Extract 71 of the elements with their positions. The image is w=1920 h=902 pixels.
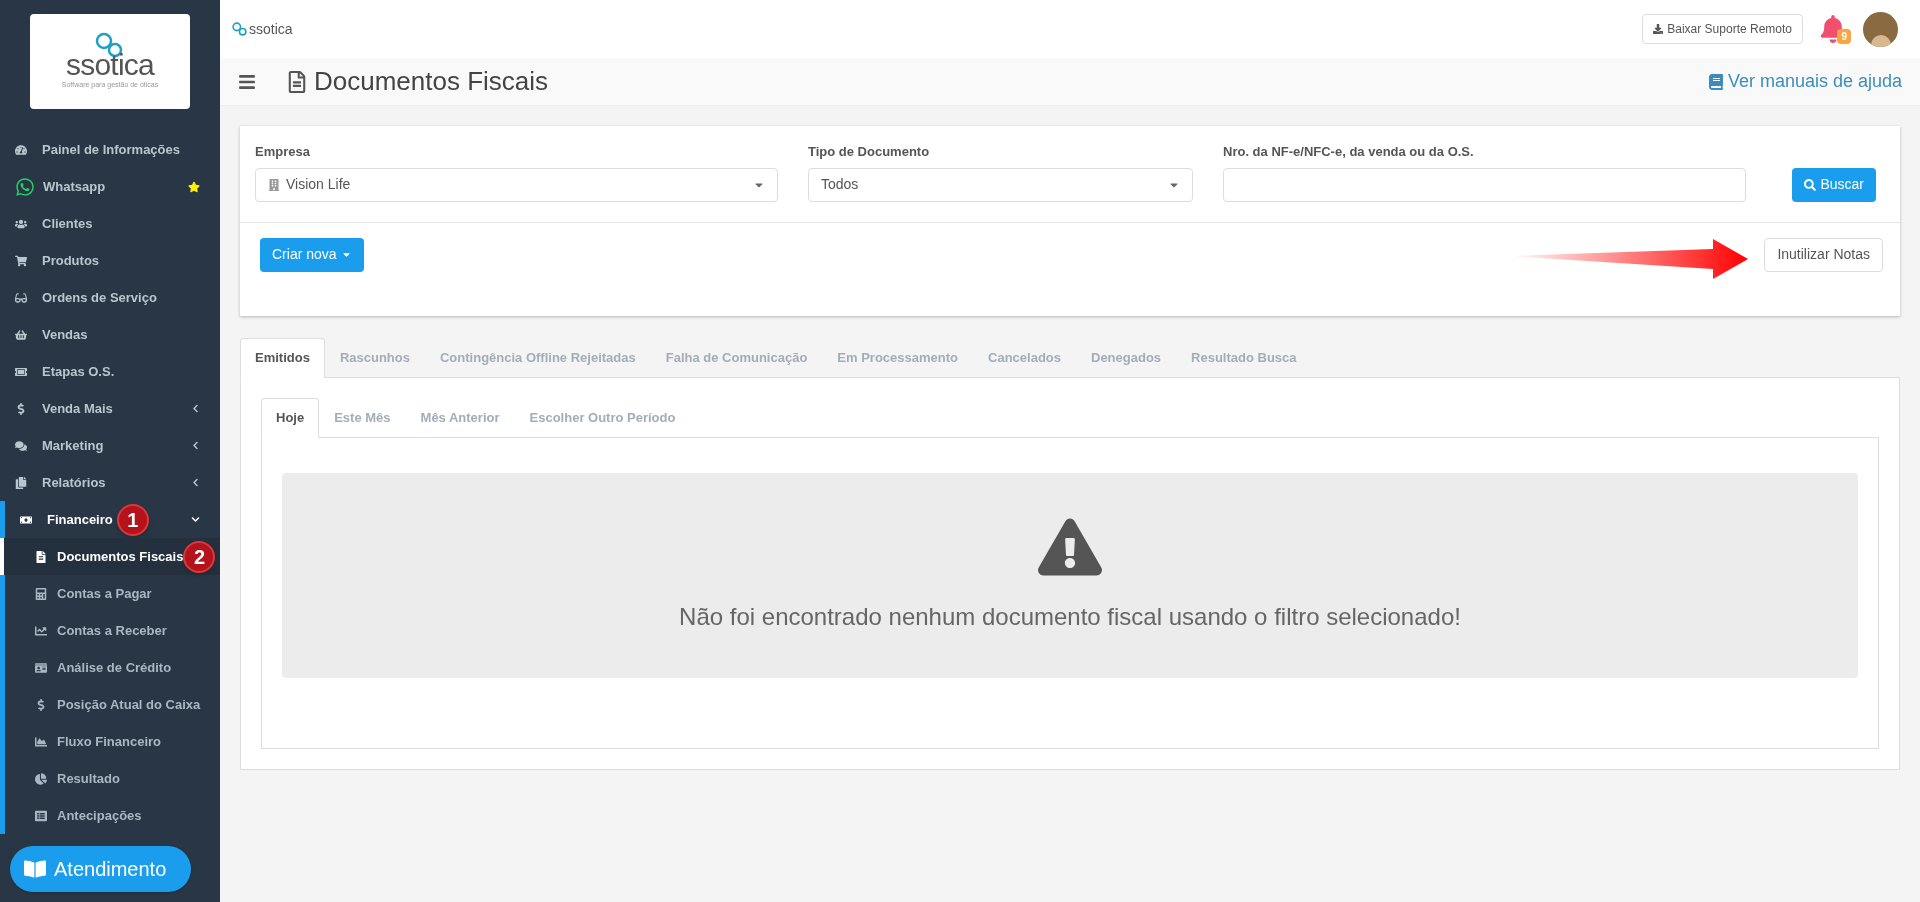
chat-icon [15,439,27,452]
book-icon [24,858,46,880]
chevron-left-icon [191,441,200,450]
money-icon [20,513,32,526]
step-marker: 2 [183,540,216,573]
step-marker: 1 [116,503,149,536]
sidebar-item[interactable]: Ordens de Serviço [0,279,220,316]
sidebar-item[interactable]: Marketing [0,427,220,464]
logo-text: ssotica [65,50,155,81]
field-label: Nro. da NF-e/NFC-e, da venda ou da O.S. [1223,143,1475,161]
building-icon [268,178,280,191]
sidebar-subitem[interactable]: Análise de Crédito [5,649,220,686]
sidebar-item[interactable]: Financeiro 1 [5,501,220,538]
glasses-icon [15,291,27,304]
sidebar-item[interactable]: Clientes [0,205,220,242]
logo-text: ssotica [249,22,293,36]
help-link[interactable]: Ver manuais de ajuda [1707,68,1902,95]
chevron-left-icon [191,404,200,413]
sidebar-item[interactable]: Produtos [0,242,220,279]
tab[interactable]: Hoje [261,397,320,438]
sidebar-item[interactable]: Relatórios [0,464,220,501]
ticket-icon [15,365,27,378]
chevron-left-icon [191,478,200,487]
whatsapp-icon [15,176,35,197]
book-icon [1707,73,1724,90]
sidebar-subitem[interactable]: Posição Atual do Caixa [5,686,220,723]
sidebar-item[interactable]: Vendas [0,316,220,353]
cart-icon [15,254,27,267]
copy-icon [15,476,27,489]
line-chart-icon [35,624,47,637]
dollar-icon [35,698,47,711]
download-icon [1653,24,1664,34]
users-icon [15,217,27,230]
empty-message: Não foi encontrado nenhum documento fiscal usando o filtro selecionado! [679,602,1461,632]
chevron-down-icon [191,515,200,524]
number-input[interactable] [1223,167,1746,202]
sidebar-item[interactable]: Venda Mais [0,390,220,427]
document-icon [286,70,308,93]
menu-button[interactable] [238,72,256,91]
sidebar-subitem[interactable]: Fluxo Financeiro [5,723,220,760]
sidebar-subitem[interactable]: Contas a Receber [5,612,220,649]
avatar[interactable] [1863,11,1898,47]
sidebar-subitem[interactable]: Antecipações [5,797,220,834]
search-icon [1804,178,1817,191]
calculator-icon [35,587,47,600]
basket-icon [15,328,27,341]
notification-badge: 9 [1837,29,1851,44]
logo[interactable]: ssotica [232,22,293,36]
list-icon [35,809,47,822]
sidebar-subitem[interactable]: Contas a Pagar [5,575,220,612]
sidebar-item[interactable]: Etapas O.S. [0,353,220,390]
area-chart-icon [35,735,47,748]
sidebar-subitem[interactable]: Resultado [5,760,220,797]
id-card-icon [35,661,47,674]
download-button[interactable]: Baixar Suporte Remoto [1642,14,1803,44]
menu-icon [238,72,256,91]
page-title: Documentos Fiscais [314,65,549,98]
sidebar-item[interactable]: Whatsapp [0,168,220,205]
tab[interactable]: Emitidos [240,337,325,378]
field-label: Tipo de Documento [808,143,931,161]
dashboard-icon [15,143,27,156]
document-icon [35,550,47,563]
sidebar-item[interactable]: Painel de Informações [0,131,220,168]
pie-chart-icon [35,772,47,785]
void-notes-button[interactable]: Inutilizar Notas [1764,237,1883,272]
doc-type-select[interactable]: Todos [808,167,1193,202]
sidebar-subitem[interactable]: Documentos Fiscais 2 [0,538,220,575]
dollar-icon [15,402,27,415]
field-label: Empresa [255,143,311,161]
logo-mark-icon [232,22,248,36]
company-select[interactable]: Vision Life [255,167,778,202]
